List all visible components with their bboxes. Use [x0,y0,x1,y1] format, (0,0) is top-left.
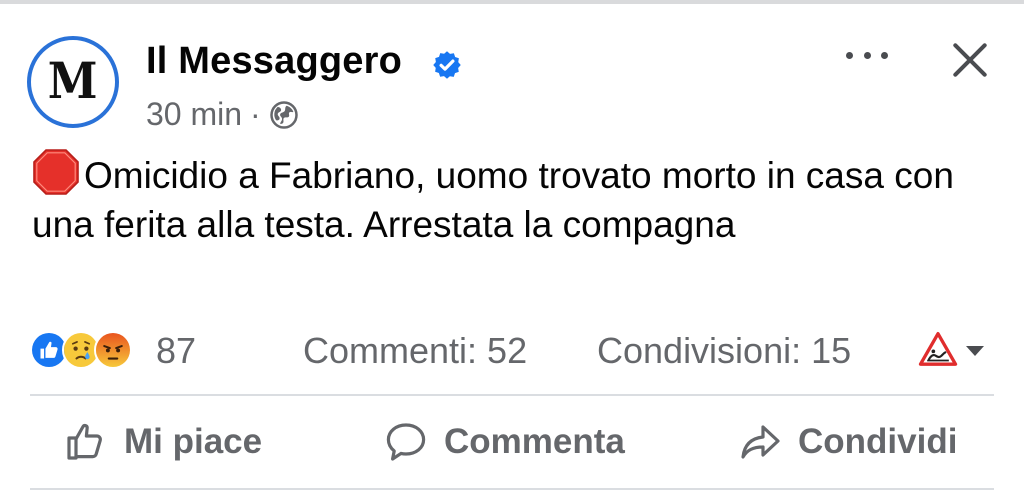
avatar-logo-letter: M [48,50,98,110]
post-text-body: Omicidio a Fabriano, uomo trovato morto … [32,155,954,245]
page-name[interactable]: Il Messaggero [146,40,402,83]
actions-divider [30,394,994,396]
verified-badge-icon [433,51,461,79]
share-label: Condividi [798,422,958,461]
comments-count[interactable]: Commenti: 52 [303,330,527,372]
more-dot-icon [863,51,871,59]
page-avatar[interactable]: M [27,36,119,128]
reaction-count[interactable]: 87 [156,330,196,372]
angry-reaction-icon [94,331,132,369]
meta-separator: · [250,96,261,132]
comment-bubble-icon [386,423,426,461]
post-time[interactable]: 30 min [146,96,242,133]
chevron-down-icon[interactable] [964,344,986,358]
more-dot-icon [846,51,853,59]
thumbs-up-icon [67,423,102,460]
comment-button[interactable]: Commenta [382,414,625,470]
like-label: Mi piace [124,422,263,461]
stop-sign-emoji-icon [33,149,79,195]
post-text: Omicidio a Fabriano, uomo trovato morto … [32,148,962,249]
top-divider [0,0,1024,4]
comment-label: Commenta [444,422,625,461]
share-button[interactable]: Condividi [736,414,957,470]
more-dot-icon [881,51,888,59]
shares-count[interactable]: Condivisioni: 15 [597,330,851,372]
close-icon[interactable] [948,38,992,82]
post-meta: 30 min · [146,96,299,133]
warning-road-sign-icon[interactable] [918,330,958,370]
reaction-icons[interactable] [30,330,132,370]
more-options-button[interactable] [846,40,888,70]
share-arrow-icon [741,425,780,459]
globe-icon [269,100,298,129]
like-button[interactable]: Mi piace [62,414,262,470]
bottom-divider [30,488,994,490]
